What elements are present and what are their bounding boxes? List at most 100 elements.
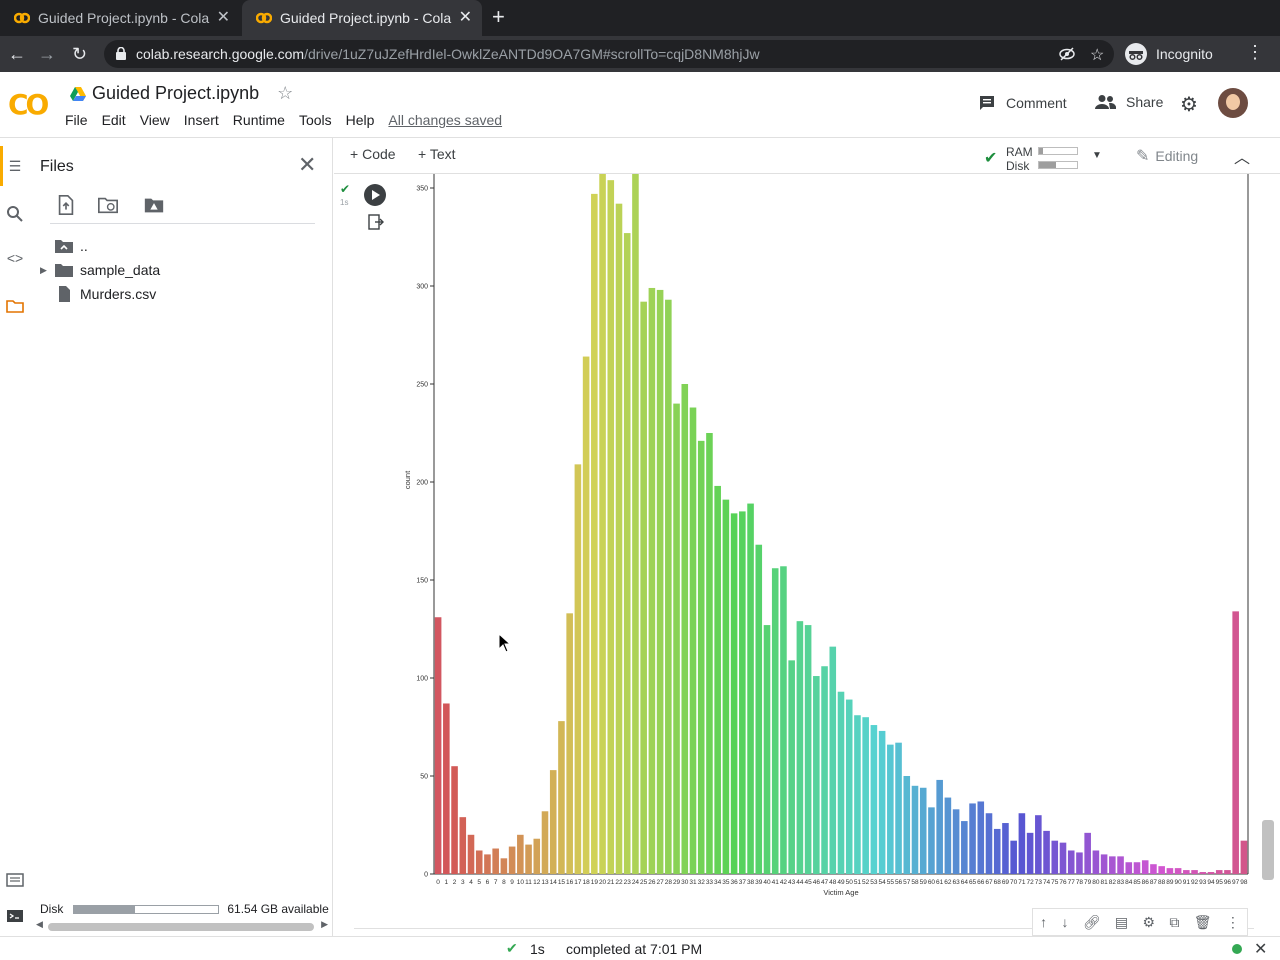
- expand-arrow-icon[interactable]: ▶: [40, 265, 54, 276]
- cell-settings-icon[interactable]: ⚙: [1142, 914, 1155, 931]
- x-tick-label: 8: [502, 879, 506, 886]
- table-of-contents-icon[interactable]: ☰: [5, 158, 25, 178]
- mount-drive-icon[interactable]: [142, 194, 166, 216]
- add-code-button[interactable]: + Code: [350, 146, 396, 162]
- bar-74: [1043, 830, 1050, 874]
- x-tick-label: 61: [936, 879, 944, 886]
- x-tick-label: 95: [1216, 879, 1224, 886]
- resources-dropdown-icon[interactable]: ▼: [1092, 150, 1102, 161]
- browser-tab-2[interactable]: Guided Project.ipynb - Cola ✕: [242, 0, 482, 36]
- x-tick-label: 97: [1232, 879, 1240, 886]
- x-axis-label: Victim Age: [823, 888, 858, 897]
- bar-49: [837, 691, 845, 874]
- move-cell-up-icon[interactable]: ↑: [1040, 914, 1047, 930]
- refresh-folder-icon[interactable]: [96, 194, 120, 216]
- browser-menu-icon[interactable]: ⋮: [1246, 42, 1264, 63]
- menu-file[interactable]: File: [65, 112, 88, 128]
- upload-file-icon[interactable]: [54, 194, 78, 216]
- bar-10: [517, 834, 524, 874]
- colab-favicon-icon: [14, 12, 30, 24]
- avatar[interactable]: [1218, 88, 1248, 118]
- save-status-link[interactable]: All changes saved: [388, 112, 502, 128]
- x-tick-label: 44: [796, 879, 804, 886]
- menu-runtime[interactable]: Runtime: [233, 112, 285, 128]
- tree-item-parent[interactable]: ..: [40, 234, 160, 258]
- terminal-icon[interactable]: [5, 906, 25, 926]
- bar-50: [845, 699, 853, 874]
- close-tab-icon[interactable]: ✕: [459, 10, 472, 26]
- url-field[interactable]: colab.research.google.com/drive/1uZ7uJZe…: [104, 40, 1114, 68]
- x-tick-label: 84: [1125, 879, 1133, 886]
- add-text-label: Text: [429, 146, 456, 162]
- bar-20: [599, 172, 606, 874]
- share-button[interactable]: Share: [1094, 94, 1163, 110]
- search-icon[interactable]: [5, 204, 25, 224]
- tree-item-file[interactable]: Murders.csv: [40, 282, 160, 306]
- x-tick-label: 65: [969, 879, 977, 886]
- close-tab-icon[interactable]: ✕: [217, 10, 230, 26]
- bar-78: [1076, 852, 1083, 874]
- browser-tab-1[interactable]: Guided Project.ipynb - Cola ✕: [0, 0, 240, 36]
- x-tick-label: 14: [550, 879, 558, 886]
- move-cell-down-icon[interactable]: ↓: [1061, 914, 1068, 930]
- scroll-right-icon[interactable]: ▶: [321, 919, 328, 930]
- editing-mode-button[interactable]: ✎ Editing: [1136, 146, 1198, 166]
- x-tick-label: 52: [862, 879, 870, 886]
- x-tick-label: 78: [1076, 879, 1084, 886]
- x-tick-label: 36: [730, 879, 738, 886]
- add-text-button[interactable]: + Text: [418, 146, 456, 162]
- delete-cell-icon[interactable]: 🗑︎: [1194, 914, 1212, 931]
- files-panel-title: Files: [40, 158, 74, 175]
- x-tick-label: 28: [665, 879, 673, 886]
- disk-usage-fill: [1039, 162, 1057, 168]
- menu-edit[interactable]: Edit: [102, 112, 126, 128]
- disk-label: Disk: [40, 902, 64, 916]
- lock-icon: [116, 47, 126, 60]
- menu-help[interactable]: Help: [346, 112, 375, 128]
- menu-view[interactable]: View: [140, 112, 170, 128]
- eye-off-icon[interactable]: [1058, 45, 1076, 63]
- folder-icon[interactable]: [5, 296, 25, 316]
- code-snippets-icon[interactable]: <>: [5, 250, 25, 270]
- settings-gear-icon[interactable]: ⚙: [1180, 92, 1198, 117]
- tree-item-folder[interactable]: ▶ sample_data: [40, 258, 160, 282]
- comment-button[interactable]: Comment: [978, 94, 1067, 112]
- mirror-cell-icon[interactable]: ⧉: [1169, 914, 1179, 931]
- scroll-left-icon[interactable]: ◀: [36, 919, 43, 930]
- link-icon[interactable]: 🔗︎: [1083, 914, 1101, 931]
- bar-88: [1158, 866, 1165, 874]
- more-options-icon[interactable]: ⋮: [1226, 914, 1240, 931]
- back-icon[interactable]: ←: [8, 44, 26, 64]
- status-check-icon: ✔: [506, 940, 518, 956]
- bookmark-star-icon[interactable]: ☆: [1090, 45, 1104, 65]
- new-tab-icon[interactable]: +: [492, 6, 505, 28]
- notebook-vertical-scrollbar[interactable]: [1262, 820, 1274, 880]
- disk-label: Disk: [1006, 159, 1030, 173]
- collapse-header-icon[interactable]: ︿: [1234, 144, 1250, 168]
- add-comment-icon[interactable]: ▤: [1115, 914, 1128, 931]
- scrollbar-thumb[interactable]: [48, 923, 314, 931]
- menu-tools[interactable]: Tools: [299, 112, 332, 128]
- bar-24: [632, 170, 639, 875]
- output-actions-icon[interactable]: [368, 214, 384, 230]
- x-tick-label: 24: [632, 879, 640, 886]
- resources-indicator[interactable]: ✔ RAM Disk ▼: [984, 142, 1114, 173]
- bar-70: [1010, 840, 1017, 874]
- x-tick-label: 55: [887, 879, 895, 886]
- bar-85: [1133, 862, 1141, 874]
- reload-icon[interactable]: ↻: [72, 44, 87, 64]
- close-status-icon[interactable]: ✕: [1254, 939, 1267, 959]
- command-palette-icon[interactable]: [5, 870, 25, 890]
- incognito-indicator[interactable]: Incognito: [1124, 42, 1213, 66]
- bar-73: [1035, 815, 1042, 874]
- colab-favicon-icon: [256, 12, 272, 24]
- forward-icon[interactable]: →: [38, 44, 56, 64]
- colab-logo[interactable]: CO: [8, 88, 49, 121]
- run-cell-button[interactable]: [364, 184, 386, 206]
- files-horizontal-scrollbar[interactable]: ◀ ▶: [36, 919, 328, 932]
- notebook-title[interactable]: Guided Project.ipynb: [92, 83, 259, 104]
- star-icon[interactable]: ☆: [277, 83, 293, 104]
- close-panel-icon[interactable]: ✕: [298, 152, 316, 178]
- bar-34: [714, 485, 721, 874]
- menu-insert[interactable]: Insert: [184, 112, 219, 128]
